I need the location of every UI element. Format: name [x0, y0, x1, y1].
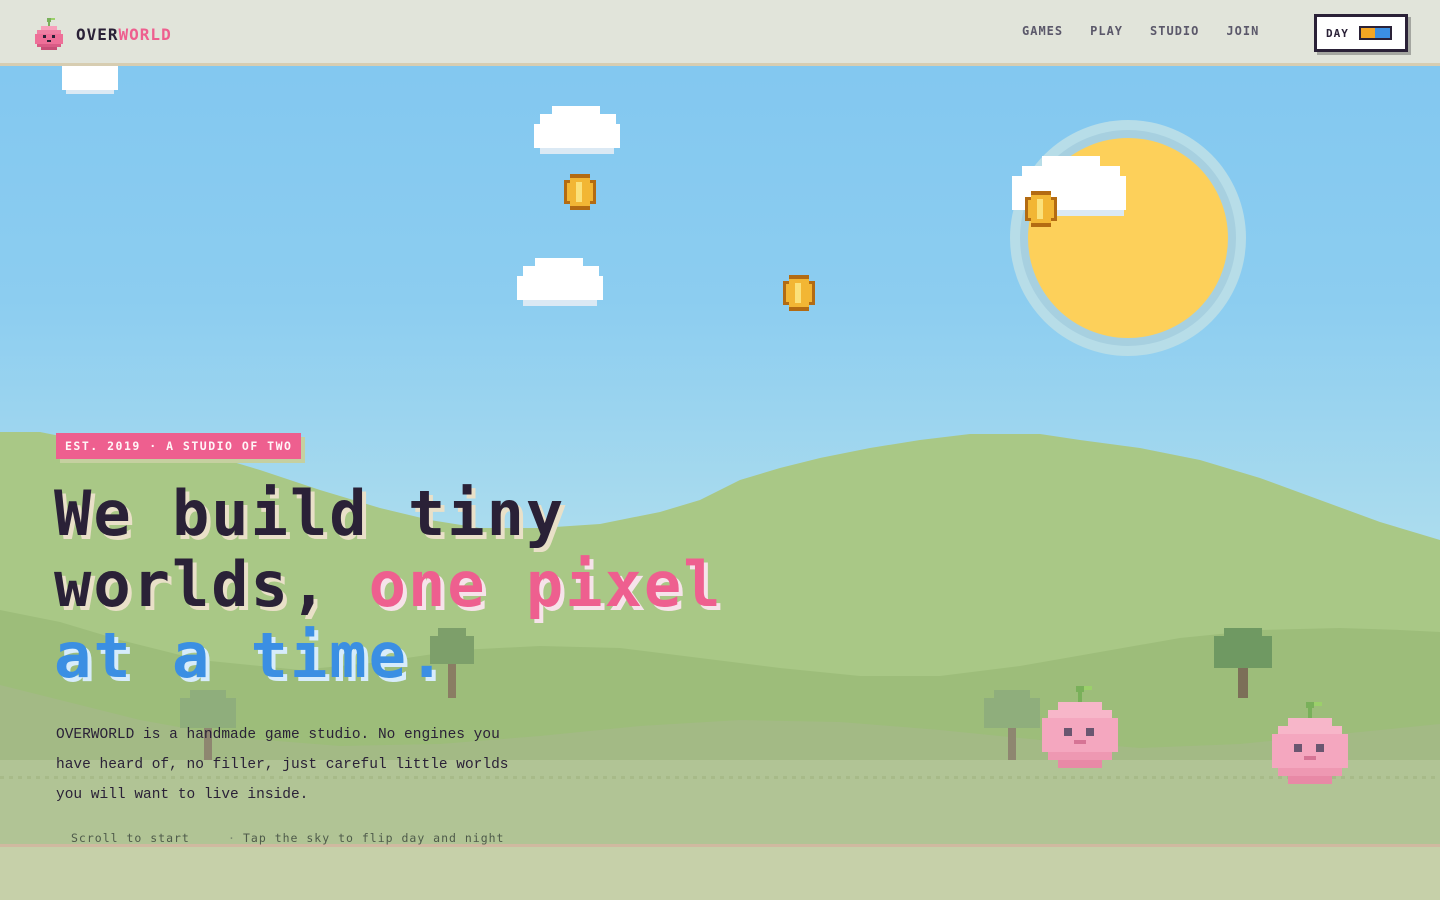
hero-headline: We build tiny worlds, one pixel at a tim… — [54, 478, 723, 691]
day-night-toggle[interactable]: DAY — [1314, 14, 1408, 52]
nav-play[interactable]: PLAY — [1090, 24, 1123, 38]
headline-line-2a: worlds, — [54, 548, 330, 621]
logo-wordmark: OVERWORLD — [76, 24, 172, 44]
headline-line-2b: one pixel — [368, 548, 723, 621]
tap-sky-hint: Tap the sky to flip day and night — [243, 831, 505, 845]
logo[interactable]: OVERWORLD — [33, 18, 172, 50]
est-badge: EST. 2019 · A STUDIO OF TWO — [56, 433, 302, 459]
nav-join[interactable]: JOIN — [1226, 24, 1259, 38]
scroll-hint: Scroll to start — [71, 831, 190, 845]
pink-blob-critter-icon[interactable] — [1270, 702, 1350, 788]
pink-blob-icon — [35, 18, 63, 50]
main-nav: GAMES PLAY STUDIO JOIN — [1022, 24, 1259, 38]
headline-line-1: We build tiny — [54, 477, 566, 550]
headline-line-3: at a time. — [54, 619, 448, 692]
tree-icon — [984, 690, 1040, 760]
hint-dot: · — [228, 831, 236, 845]
toggle-switch-icon — [1358, 26, 1392, 40]
toggle-label: DAY — [1326, 26, 1349, 40]
pink-blob-critter-icon[interactable] — [1040, 686, 1120, 772]
nav-games[interactable]: GAMES — [1022, 24, 1063, 38]
badge-text: EST. 2019 · A STUDIO OF TWO — [65, 439, 293, 453]
tree-icon — [1214, 628, 1272, 698]
hero-description: OVERWORLD is a handmade game studio. No … — [56, 727, 509, 803]
site-header: OVERWORLD GAMES PLAY STUDIO JOIN DAY — [0, 0, 1440, 66]
nav-studio[interactable]: STUDIO — [1150, 24, 1199, 38]
ground-strip — [0, 847, 1440, 900]
